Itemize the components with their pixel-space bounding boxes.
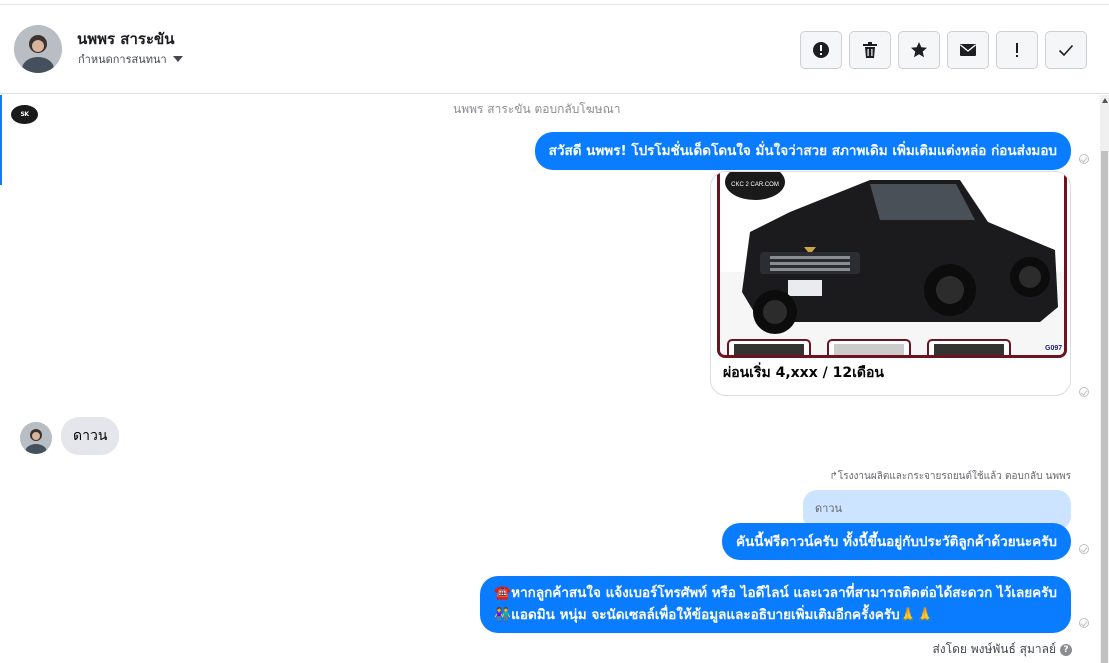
page-logo-text: SK [20, 111, 29, 118]
checkmark-icon [1058, 44, 1074, 57]
contact-avatar[interactable] [14, 25, 62, 73]
brand-watermark: CKC 2 CAR.COM [731, 182, 779, 188]
delivered-check-icon [1079, 544, 1089, 554]
car-photo[interactable]: CKC 2 CAR.COM G097 [717, 172, 1067, 358]
envelope-icon [960, 44, 976, 56]
mark-done-button[interactable] [1045, 31, 1087, 69]
selection-accent [0, 95, 2, 185]
attachment-card[interactable]: CKC 2 CAR.COM G097 ผ่อนเริ่ม 4,xxx / 12เ… [710, 171, 1071, 396]
ad-reply-note: นพพร สาระขัน ตอบกลับโฆษณา [453, 102, 621, 116]
page-reply-note: ↱โรงงานผลิตและกระจายรถยนต์ใช้แล้ว ตอบกลั… [829, 471, 1072, 482]
message-line-2: 👫แอดมิน หนุ่ม จะนัดเซลล์เพื่อให้ข้อมูลแล… [494, 607, 934, 623]
trash-icon [863, 42, 877, 58]
delivered-check-icon [1079, 154, 1089, 164]
delivered-check-icon [1079, 387, 1089, 397]
scroll-up-arrow-icon[interactable] [1102, 98, 1108, 103]
mark-unread-button[interactable] [947, 31, 989, 69]
alert-circle-icon [813, 42, 829, 58]
outgoing-message[interactable]: คันนี้ฟรีดาวน์ครับ ทั้งนี้ขึ้นอยู่กับประ… [721, 523, 1071, 560]
caret-down-icon [172, 56, 183, 62]
outgoing-message[interactable]: ☎️หากลูกค้าสนใจ แจ้งเบอร์โทรศัพท์ หรือ ไ… [480, 576, 1071, 633]
scrollbar[interactable] [1100, 95, 1109, 663]
conversation-status-dropdown[interactable]: กำหนดการสนทนา [78, 50, 183, 68]
sent-by-row: ส่งโดย พงษ์พันธ์ สุมาลย์ ? [932, 640, 1072, 659]
incoming-message[interactable]: ดาวน [61, 417, 120, 455]
header-actions [800, 31, 1087, 69]
help-icon[interactable]: ? [1060, 643, 1072, 656]
message-thread[interactable]: SK นพพร สาระขัน ตอบกลับโฆษณา สวัสดี นพพร… [0, 95, 1109, 663]
delivered-check-icon [1079, 618, 1089, 628]
outgoing-message[interactable]: สวัสดี นพพร! โปรโมชั่นเด็ดโดนใจ มั่นใจว่… [534, 132, 1071, 170]
card-caption: ผ่อนเริ่ม 4,xxx / 12เดือน [723, 365, 884, 381]
mark-spam-button[interactable] [800, 31, 842, 69]
exclamation-icon [1016, 43, 1018, 57]
sent-by-label: ส่งโดย พงษ์พันธ์ สุมาลย์ [932, 642, 1056, 656]
conversation-header: นพพร สาระขัน กำหนดการสนทนา [0, 5, 1109, 94]
scroll-thumb[interactable] [1101, 151, 1108, 663]
message-line-1: ☎️หากลูกค้าสนใจ แจ้งเบอร์โทรศัพท์ หรือ ไ… [494, 585, 1057, 601]
star-button[interactable] [898, 31, 940, 69]
contact-name[interactable]: นพพร สาระขัน [77, 27, 175, 51]
conversation-status-label: กำหนดการสนทนา [78, 53, 167, 66]
customer-avatar[interactable] [20, 422, 52, 454]
page-logo: SK [11, 105, 38, 124]
follow-up-button[interactable] [996, 31, 1038, 69]
stock-code: G097 [1045, 345, 1062, 352]
star-icon [911, 42, 927, 58]
delete-button[interactable] [849, 31, 891, 69]
